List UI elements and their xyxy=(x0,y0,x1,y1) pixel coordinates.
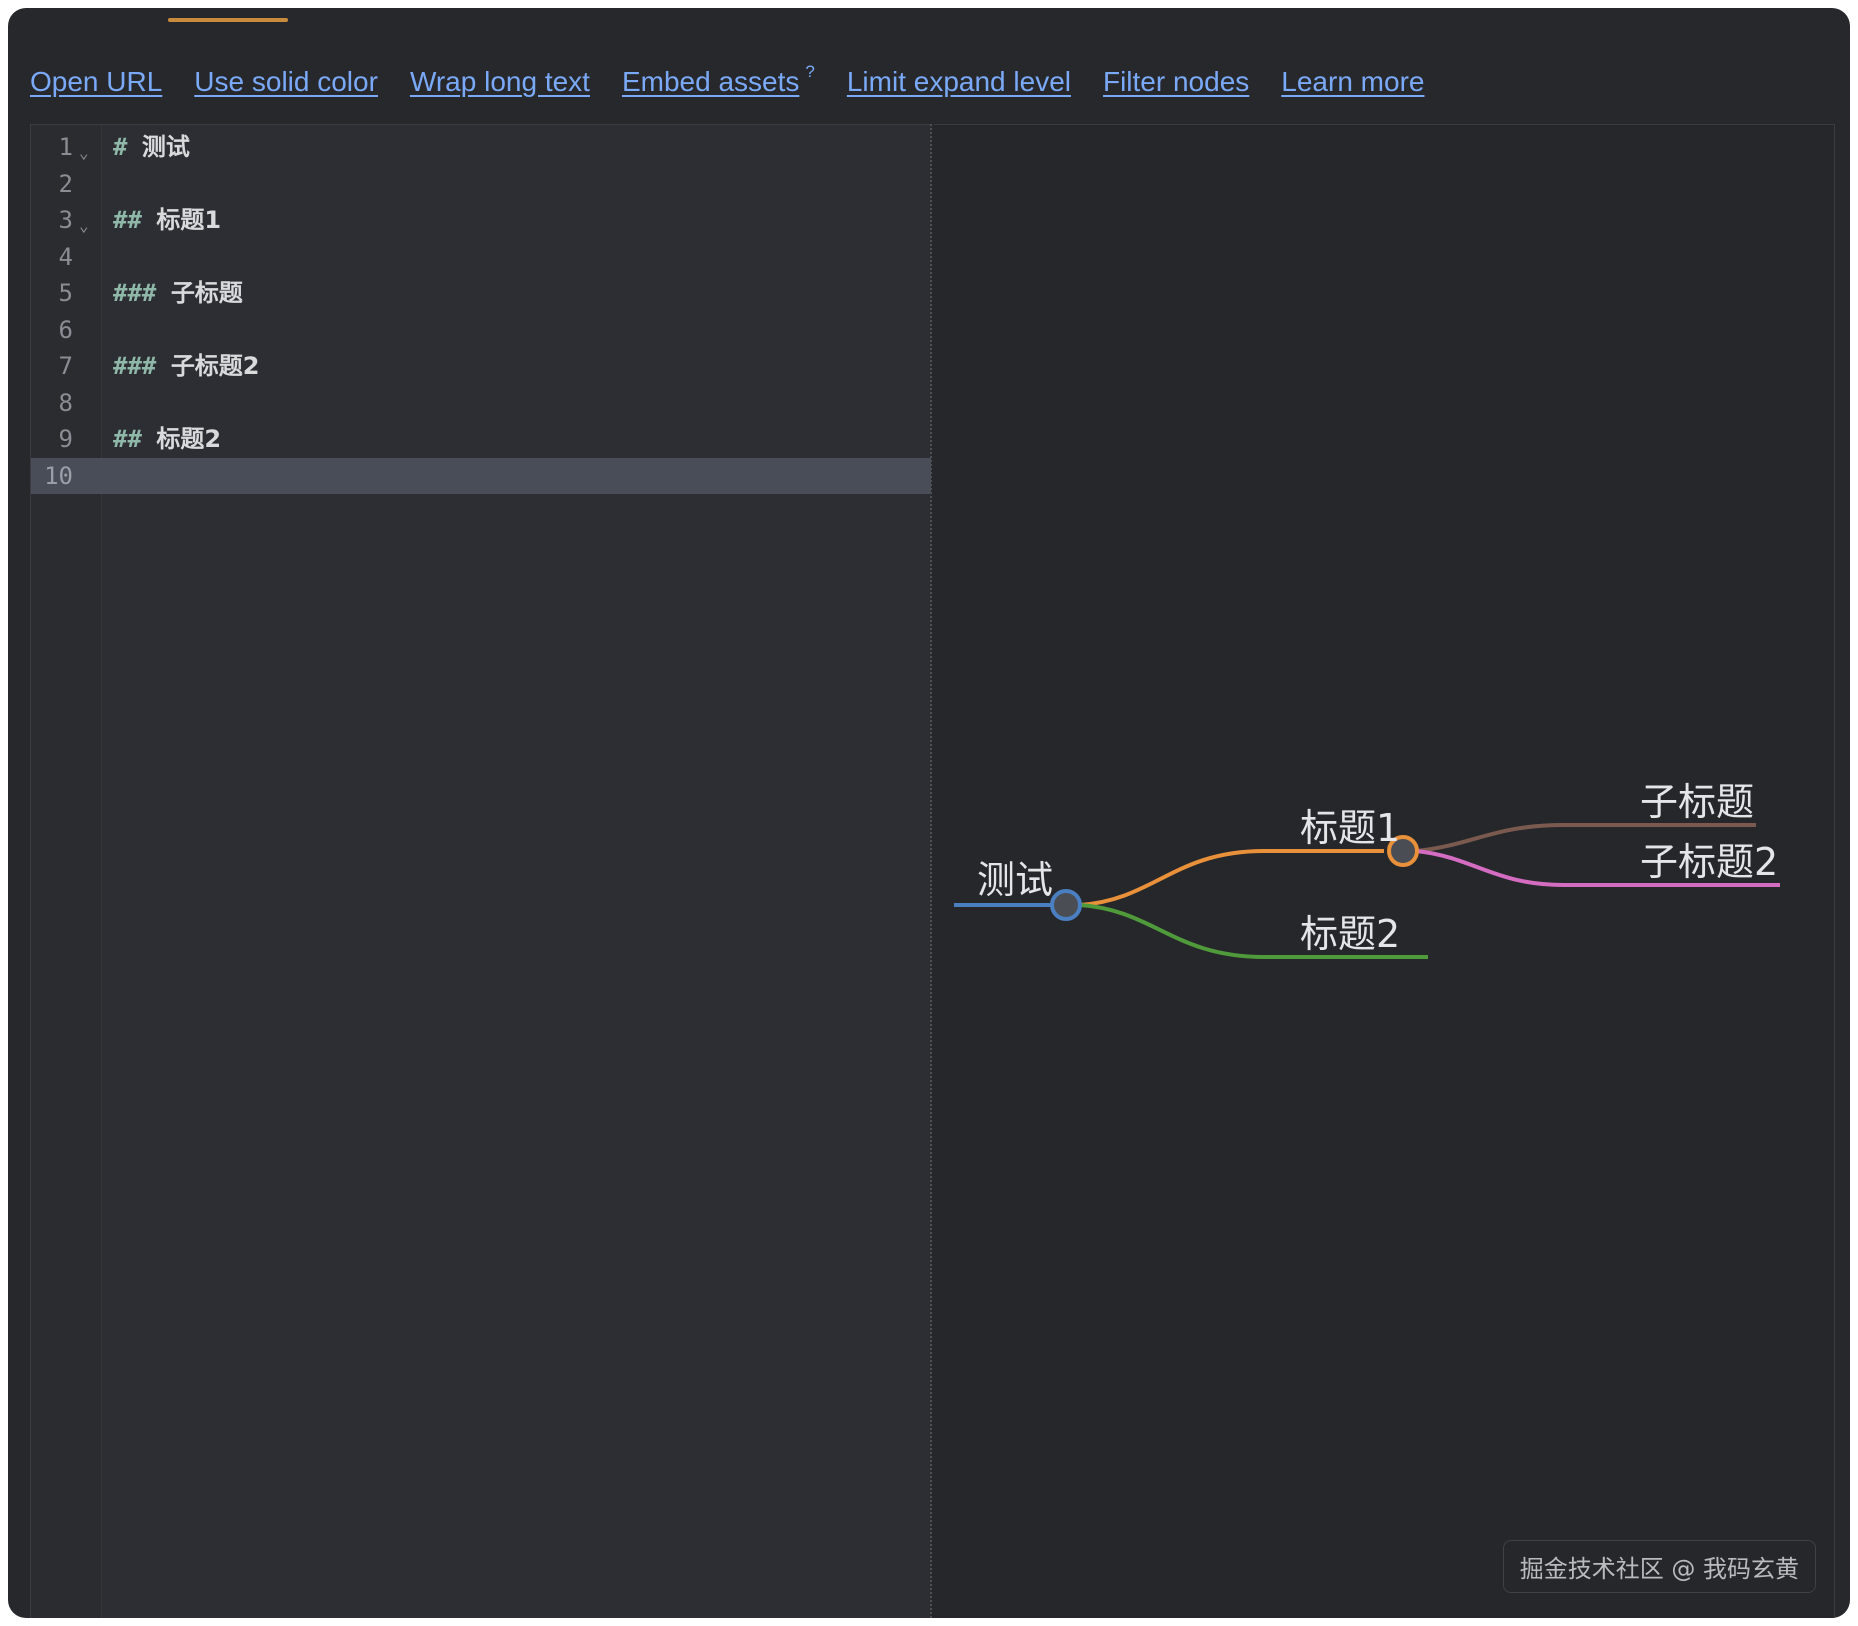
line-content: ## 标题2 xyxy=(113,421,221,457)
sub1-node-label: 子标题 xyxy=(1640,780,1754,824)
line-number: 8 xyxy=(58,388,73,417)
heading-marker: ## xyxy=(113,425,142,453)
line-number: 6 xyxy=(58,315,73,344)
heading-marker: # xyxy=(113,133,128,161)
line-number: 9 xyxy=(58,425,73,453)
filter-nodes-link[interactable]: Filter nodes xyxy=(1103,66,1249,98)
line-number: 7 xyxy=(58,352,73,380)
editor-line[interactable]: 2 xyxy=(31,166,931,202)
heading-marker: ## xyxy=(113,206,142,234)
heading-text: 子标题2 xyxy=(170,352,260,380)
line-content: # 测试 xyxy=(113,129,190,165)
wrap-long-text-link[interactable]: Wrap long text xyxy=(410,66,590,98)
mindmap-preview[interactable]: 测试 标题1 标题2 子标题 子标题2 掘金技术社区 @ 我码玄黄 xyxy=(934,124,1835,1618)
editor-line[interactable]: 9 ## 标题2 xyxy=(31,421,931,457)
embed-assets-help-icon[interactable]: ? xyxy=(805,62,814,82)
editor-line[interactable]: 8 xyxy=(31,385,931,421)
learn-more-link[interactable]: Learn more xyxy=(1281,66,1424,98)
editor-line[interactable]: 3 ⌄ ## 标题1 xyxy=(31,202,931,238)
heading-text: 子标题 xyxy=(170,279,243,307)
heading-marker: ### xyxy=(113,279,157,307)
editor-line[interactable]: 10 xyxy=(31,457,931,494)
heading-marker: ### xyxy=(113,352,157,380)
mindmap-canvas[interactable]: 测试 标题1 标题2 子标题 子标题2 xyxy=(934,125,1834,1618)
embed-assets-group: Embed assets ? xyxy=(622,62,815,98)
root-node-label: 测试 xyxy=(977,858,1053,902)
root-node-circle xyxy=(1050,889,1082,921)
limit-expand-level-link[interactable]: Limit expand level xyxy=(847,66,1071,98)
active-tab-indicator xyxy=(168,18,288,22)
line-content: ### 子标题2 xyxy=(113,348,260,384)
heading-text: 标题1 xyxy=(156,206,222,234)
embed-assets-link[interactable]: Embed assets xyxy=(622,66,799,98)
editor-line[interactable]: 7 ### 子标题2 xyxy=(31,348,931,384)
heading-text: 测试 xyxy=(141,133,190,161)
editor-line[interactable]: 1 ⌄ # 测试 xyxy=(31,129,931,165)
open-url-link[interactable]: Open URL xyxy=(30,66,162,98)
h2-node-label: 标题2 xyxy=(1300,912,1400,956)
markdown-editor[interactable]: 1 ⌄ # 测试 2 3 ⌄ ## 标题1 4 5 ### 子标题 6 7 ### 子标题2 8 9 ## 标… xyxy=(30,124,931,1618)
heading-text: 标题2 xyxy=(156,425,222,453)
line-number: 4 xyxy=(58,242,73,271)
editor-line[interactable]: 5 ### 子标题 xyxy=(31,275,931,311)
pane-divider[interactable] xyxy=(930,124,932,1618)
editor-line[interactable]: 6 xyxy=(31,312,931,348)
sub2-node-label: 子标题2 xyxy=(1640,840,1778,884)
line-number: 3 xyxy=(58,206,73,234)
line-content: ### 子标题 xyxy=(113,275,243,311)
line-number: 2 xyxy=(58,169,73,198)
edge-root-h1 xyxy=(1079,849,1384,907)
line-number: 1 xyxy=(58,133,73,161)
use-solid-color-link[interactable]: Use solid color xyxy=(194,66,378,98)
line-content: ## 标题1 xyxy=(113,202,221,238)
h1-node-label: 标题1 xyxy=(1300,806,1400,850)
watermark: 掘金技术社区 @ 我码玄黄 xyxy=(1502,1540,1816,1593)
app-window: Open URL Use solid color Wrap long text … xyxy=(8,8,1850,1618)
toolbar: Open URL Use solid color Wrap long text … xyxy=(30,60,1424,104)
line-number: 5 xyxy=(58,279,73,307)
line-number: 10 xyxy=(44,461,73,490)
editor-line[interactable]: 4 xyxy=(31,239,931,275)
